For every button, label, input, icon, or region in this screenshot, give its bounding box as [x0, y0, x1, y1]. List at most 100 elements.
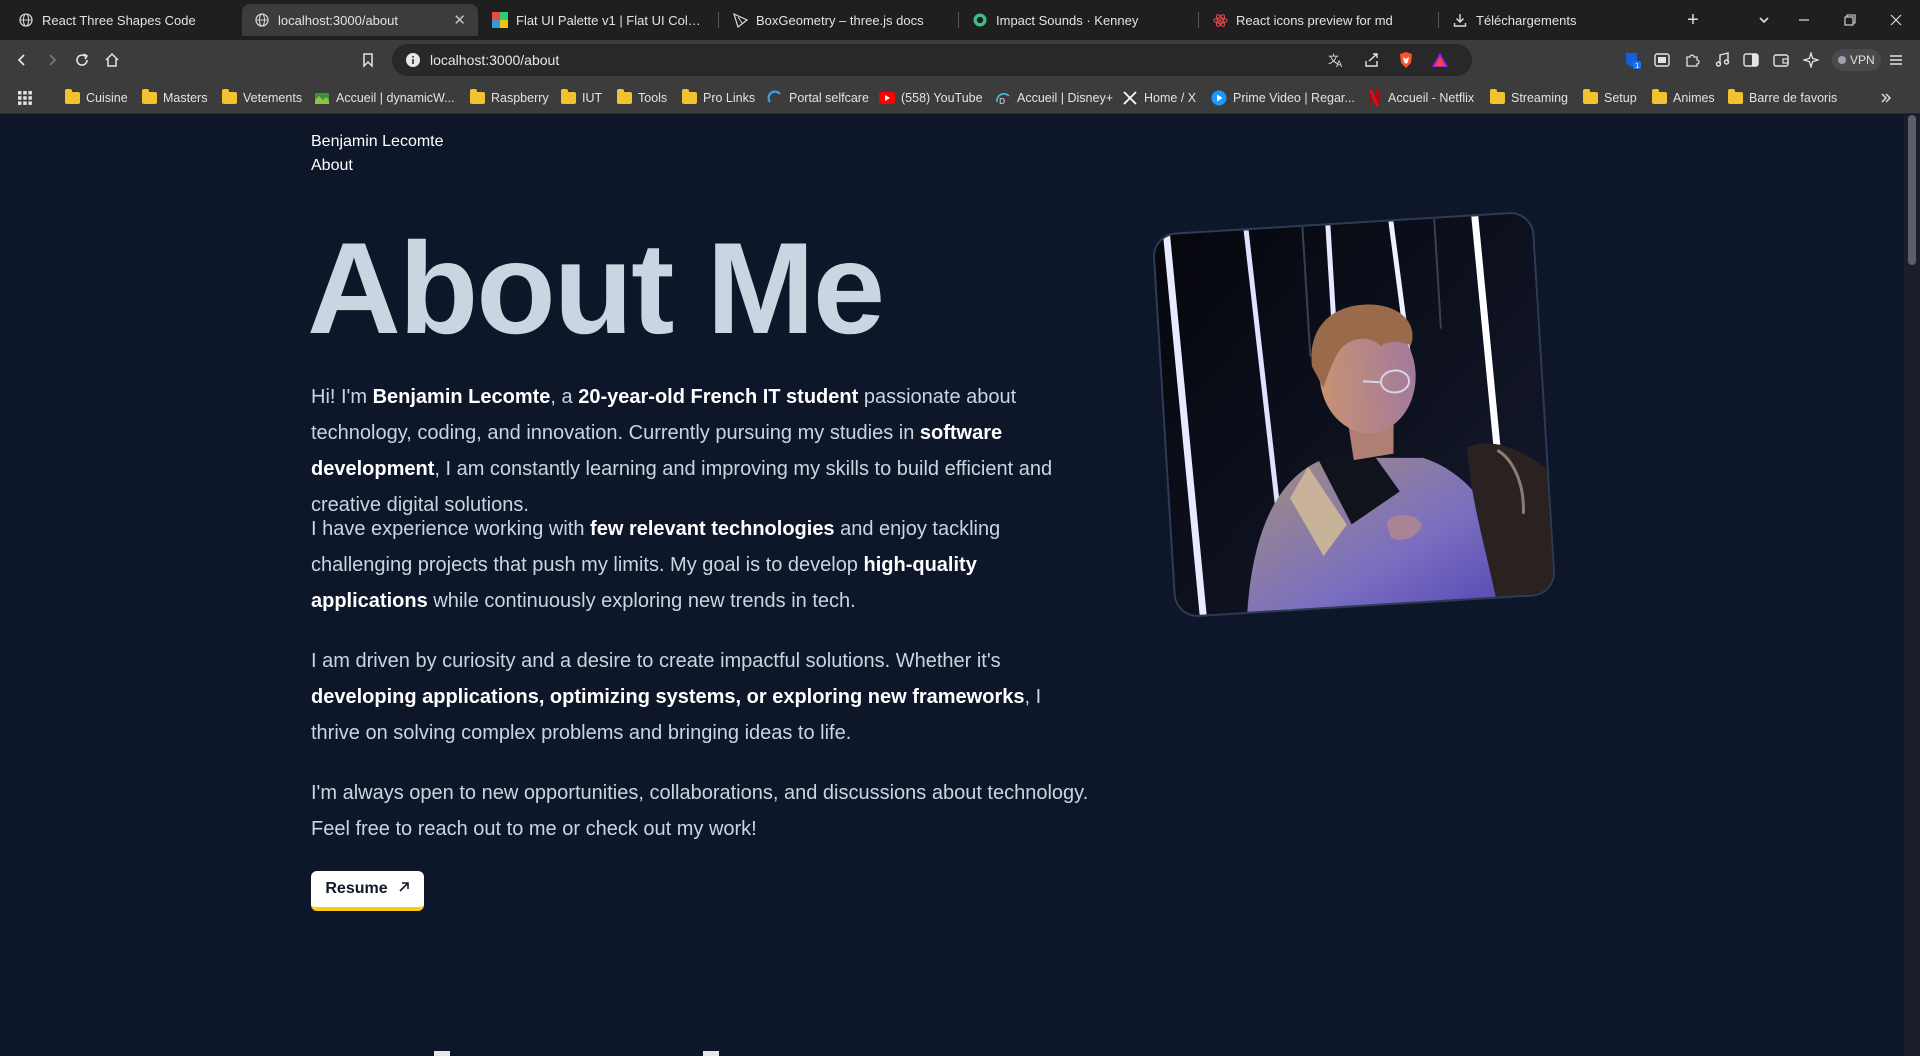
close-window-icon[interactable] — [1884, 8, 1908, 32]
tab-bar: React Three Shapes Code localhost:3000/a… — [0, 0, 1920, 40]
new-tab-icon[interactable]: + — [1681, 8, 1705, 32]
bookmark-link[interactable]: D Accueil | Disney+ — [995, 88, 1113, 108]
bookmark-link[interactable]: Accueil | dynamicW... — [314, 88, 455, 108]
bookmark-icon[interactable] — [356, 48, 380, 72]
bookmark-folder[interactable]: Cuisine — [64, 88, 128, 108]
bookmark-folder[interactable]: Animes — [1651, 88, 1715, 108]
brave-shields-icon[interactable] — [1396, 50, 1416, 70]
brave-rewards-icon[interactable] — [1430, 50, 1450, 70]
bookmark-link[interactable]: Portal selfcare — [767, 88, 869, 108]
restore-icon[interactable] — [1838, 8, 1862, 32]
extensions-icon[interactable] — [1682, 50, 1702, 70]
bookmark-link[interactable]: Home / X — [1122, 88, 1196, 108]
bookmark-label: Prime Video | Regar... — [1233, 91, 1355, 105]
bookmark-folder[interactable]: Pro Links — [681, 88, 755, 108]
tab-divider — [1198, 12, 1199, 28]
bio-highlight: Benjamin Lecomte — [372, 386, 551, 408]
kenney-icon — [972, 12, 988, 28]
folder-icon — [1582, 89, 1598, 106]
tab[interactable]: Téléchargements — [1440, 4, 1676, 36]
close-tab-icon[interactable]: ✕ — [453, 11, 466, 29]
share-icon[interactable] — [1362, 50, 1382, 70]
svg-text:D: D — [999, 97, 1005, 106]
bookmark-label: Tools — [638, 91, 668, 105]
bio-text: , a — [550, 386, 579, 408]
tab-title: React icons preview for md — [1236, 12, 1393, 28]
tab-title: localhost:3000/about — [278, 12, 398, 28]
bookmark-folder[interactable]: Raspberry — [469, 88, 549, 108]
bookmark-folder[interactable]: Setup — [1582, 88, 1637, 108]
folder-icon — [64, 89, 80, 106]
apps-icon[interactable] — [17, 88, 33, 108]
bio-text: I am driven by curiosity and a desire to… — [311, 650, 1001, 672]
bookmark-label: Cuisine — [86, 91, 128, 105]
site-name[interactable]: Benjamin Lecomte — [311, 133, 444, 151]
bio-paragraph: I'm always open to new opportunities, co… — [311, 782, 1089, 840]
bookmark-folder[interactable]: Streaming — [1489, 88, 1568, 108]
music-icon[interactable] — [1712, 50, 1732, 70]
bookmark-folder[interactable]: Vetements — [221, 88, 302, 108]
media-icon[interactable] — [1652, 50, 1672, 70]
globe-icon — [254, 12, 270, 28]
scrollbar[interactable] — [1904, 115, 1920, 1056]
tab-search-icon[interactable] — [1752, 8, 1776, 32]
back-icon[interactable] — [10, 48, 34, 72]
resume-button[interactable]: Resume — [311, 871, 424, 911]
portrait-image — [1153, 212, 1557, 619]
folder-icon — [469, 89, 485, 106]
more-bookmarks-icon[interactable] — [1880, 88, 1892, 108]
bookmark-label: Accueil | dynamicW... — [336, 91, 455, 105]
bookmark-link[interactable]: (558) YouTube — [879, 88, 983, 108]
menu-icon[interactable] — [1886, 50, 1906, 70]
forward-icon[interactable] — [40, 48, 64, 72]
bookmark-folder[interactable]: Barre de favoris — [1727, 88, 1837, 108]
sidebar-icon[interactable] — [1741, 50, 1761, 70]
bookmark-link[interactable]: Accueil - Netflix — [1366, 88, 1474, 108]
tab-title: Flat UI Palette v1 | Flat UI Colors — [516, 12, 704, 28]
reload-icon[interactable] — [70, 48, 94, 72]
tab[interactable]: BoxGeometry – three.js docs — [720, 4, 956, 36]
bookmark-link[interactable]: Prime Video | Regar... — [1211, 88, 1355, 108]
bookmark-folder[interactable]: Tools — [616, 88, 667, 108]
folder-icon — [560, 89, 576, 106]
bookmark-folder[interactable]: Masters — [141, 88, 207, 108]
bookmark-label: Accueil - Netflix — [1388, 91, 1475, 105]
home-icon[interactable] — [100, 48, 124, 72]
bookmark-label: Accueil | Disney+ — [1017, 91, 1113, 105]
profile-photo — [1151, 210, 1557, 619]
tab[interactable]: React Three Shapes Code — [6, 4, 242, 36]
x-icon — [1122, 90, 1138, 106]
page-content: Benjamin Lecomte About About Me Hi! I'm … — [0, 115, 1904, 1056]
wallet-icon[interactable] — [1771, 50, 1791, 70]
translate-icon[interactable]: 文A — [1326, 50, 1346, 70]
bookmark-label: Animes — [1673, 91, 1715, 105]
bookmark-label: Setup — [1604, 91, 1637, 105]
tab-title: React Three Shapes Code — [42, 12, 196, 28]
tab-title: Téléchargements — [1476, 12, 1577, 28]
minimize-icon[interactable] — [1792, 8, 1816, 32]
tab-active[interactable]: localhost:3000/about ✕ — [242, 4, 478, 36]
bookmark-label: Masters — [163, 91, 208, 105]
bio-highlight: 20-year-old French IT student — [578, 386, 859, 408]
resume-label: Resume — [325, 880, 388, 897]
tab-divider — [718, 12, 719, 28]
bookmark-label: (558) YouTube — [901, 91, 983, 105]
bitwarden-icon[interactable]: 1 — [1622, 50, 1642, 70]
folder-icon — [616, 89, 632, 106]
folder-icon — [681, 89, 697, 106]
scrollbar-thumb[interactable] — [1908, 115, 1916, 265]
bio-paragraph: Hi! I'm Benjamin Lecomte, a 20-year-old … — [311, 379, 1091, 523]
tab[interactable]: React icons preview for md — [1200, 4, 1436, 36]
bookmark-folder[interactable]: IUT — [560, 88, 602, 108]
threejs-icon — [732, 12, 748, 28]
tab[interactable]: Impact Sounds · Kenney — [960, 4, 1196, 36]
nav-link-about[interactable]: About — [311, 157, 353, 175]
leo-ai-icon[interactable] — [1801, 50, 1821, 70]
bio-paragraph: I am driven by curiosity and a desire to… — [311, 643, 1091, 751]
site-info-icon[interactable] — [404, 51, 422, 69]
vpn-button[interactable]: VPN — [1832, 49, 1881, 71]
address-bar[interactable]: localhost:3000/about 文A — [392, 44, 1472, 76]
tab[interactable]: Flat UI Palette v1 | Flat UI Colors — [480, 4, 716, 36]
site-icon — [314, 90, 330, 106]
bookmark-label: Raspberry — [491, 91, 549, 105]
